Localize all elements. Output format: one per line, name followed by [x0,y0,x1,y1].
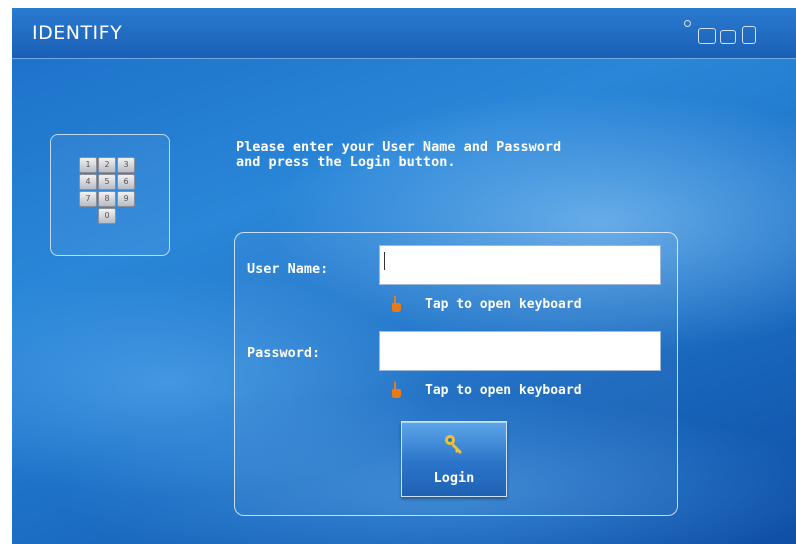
password-field[interactable] [379,331,661,371]
keypad-key: 8 [98,191,116,207]
window-icon[interactable] [720,30,736,44]
numpad-panel[interactable]: 1 2 3 4 5 6 7 8 9 0 [50,134,170,256]
title-bar: IDENTIFY [12,8,796,59]
key-icon [445,435,462,454]
identify-window: IDENTIFY 1 2 3 4 5 6 7 8 9 0 Please ente… [12,8,796,544]
keypad-key: 9 [117,191,135,207]
keypad-key: 2 [98,157,116,173]
instructions-line-2: and press the Login button. [236,154,456,170]
keypad-key: 7 [79,191,97,207]
password-label: Password: [247,345,321,361]
restore-icon[interactable] [684,20,691,27]
pointing-hand-icon[interactable] [389,295,403,313]
keypad-key: 6 [117,174,135,190]
keypad-key: 5 [98,174,116,190]
login-button[interactable]: Login [401,421,507,497]
login-instructions: Please enter your User Name and Password… [236,140,596,170]
username-field[interactable] [379,245,661,285]
text-caret [384,252,385,270]
keypad-key: 0 [98,208,116,224]
keypad-key: 1 [79,157,97,173]
tile-icon[interactable] [698,28,716,44]
keypad-key: 4 [79,174,97,190]
pointing-hand-icon[interactable] [389,381,403,399]
username-keyboard-hint[interactable]: Tap to open keyboard [425,297,582,312]
username-label: User Name: [247,261,329,277]
password-keyboard-hint[interactable]: Tap to open keyboard [425,383,582,398]
login-form: User Name: Tap to open keyboard Password… [234,232,678,516]
pin-icon[interactable] [742,26,756,44]
instructions-line-1: Please enter your User Name and Password [236,139,562,155]
keypad-key: 3 [117,157,135,173]
window-title: IDENTIFY [32,22,123,44]
login-button-label: Login [433,470,475,486]
